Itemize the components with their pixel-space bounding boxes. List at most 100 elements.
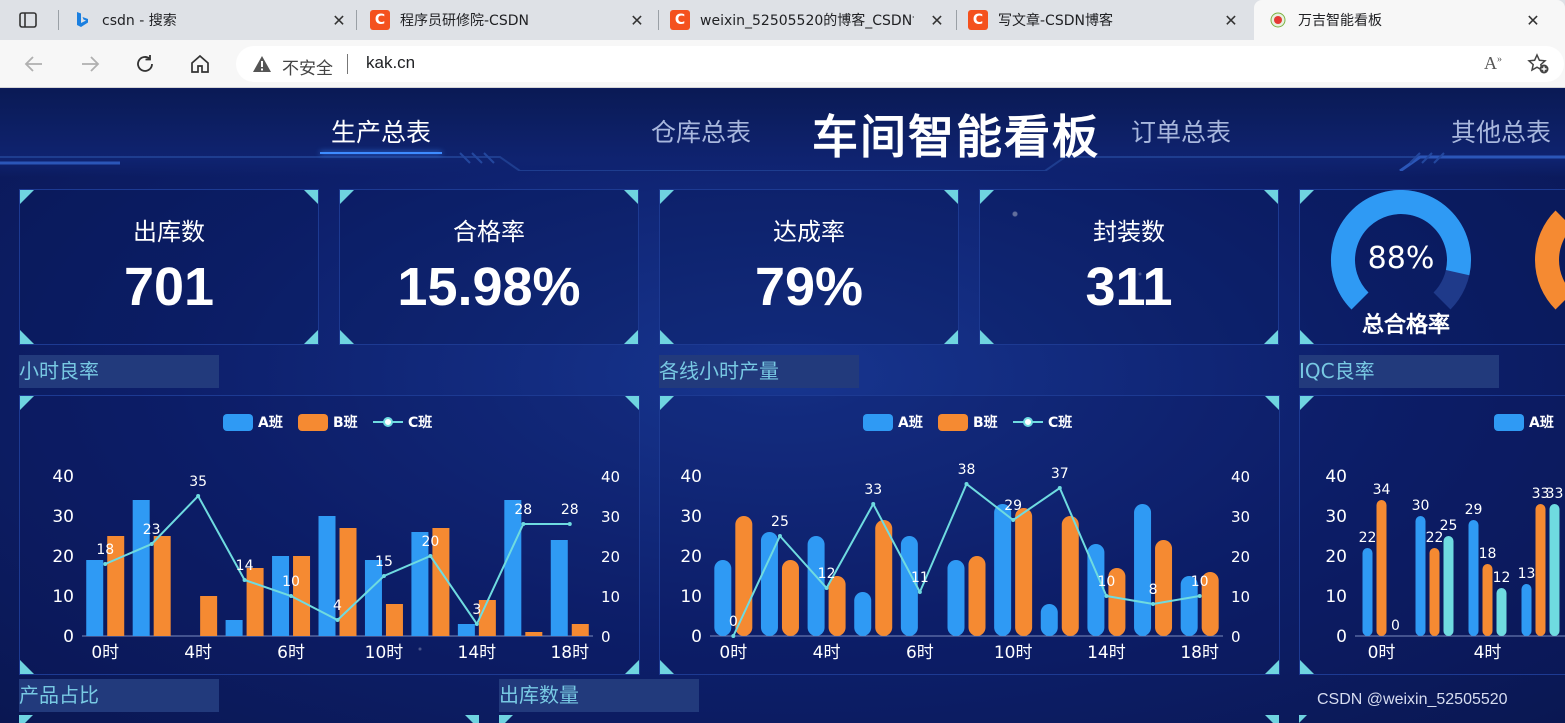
watermark: CSDN @weixin_52505520 <box>1317 691 1508 708</box>
close-icon[interactable]: ✕ <box>1222 11 1240 30</box>
bar <box>200 596 218 636</box>
tab-csdn-blog[interactable]: C weixin_52505520的博客_CSDN博 ✕ <box>670 0 956 40</box>
refresh-icon[interactable] <box>131 50 159 78</box>
x-tick-label: 0时 <box>91 643 119 663</box>
bar <box>339 528 357 636</box>
record-icon <box>1268 10 1288 30</box>
data-label: 3 <box>472 602 481 618</box>
y2-tick-label: 20 <box>1231 548 1250 566</box>
bar <box>1015 508 1033 636</box>
read-aloud-icon[interactable]: A» <box>1484 53 1502 74</box>
data-label: 13 <box>1518 566 1536 582</box>
data-label: 12 <box>1493 570 1511 586</box>
y-tick-label: 10 <box>1325 587 1347 607</box>
close-icon[interactable]: ✕ <box>628 11 646 30</box>
bar <box>246 568 264 636</box>
favorite-add-icon[interactable] <box>1526 52 1550 80</box>
y2-tick-label: 20 <box>601 548 620 566</box>
bar <box>1362 548 1373 636</box>
data-label: 10 <box>282 574 300 590</box>
line-point <box>149 542 154 546</box>
kpi-label: 合格率 <box>453 218 525 246</box>
line-point <box>777 534 782 538</box>
tab-actions-icon[interactable] <box>14 6 42 34</box>
series-line <box>732 482 1200 637</box>
nav-production-summary[interactable]: 生产总表 <box>331 113 431 149</box>
tab-write-article[interactable]: C 写文章-CSDN博客 ✕ <box>968 0 1254 40</box>
line-point <box>824 586 829 590</box>
tab-csdn-academy[interactable]: C 程序员研修院-CSDN ✕ <box>370 0 658 40</box>
chart-svg: A班B班C班0102030402234030222529181213333329… <box>1325 414 1565 663</box>
close-icon[interactable]: ✕ <box>928 11 946 30</box>
data-label: 23 <box>143 522 161 538</box>
line-point <box>196 494 201 498</box>
bar <box>132 500 150 636</box>
x-tick-label: 10时 <box>994 643 1033 663</box>
line-point <box>731 634 736 638</box>
nav-active-indicator <box>320 152 442 154</box>
tab-title: 写文章-CSDN博客 <box>998 13 1113 29</box>
tab-dashboard[interactable]: 万吉智能看板 ✕ <box>1254 0 1565 40</box>
bar <box>875 520 893 636</box>
forward-icon[interactable] <box>76 50 104 78</box>
url-field[interactable]: 不安全 kak.cn A» <box>236 46 1564 82</box>
legend-swatch <box>938 414 968 431</box>
line-point <box>1197 594 1202 598</box>
bar <box>1134 504 1152 636</box>
x-tick-label: 18时 <box>1180 643 1219 663</box>
data-label: 29 <box>1004 498 1022 514</box>
data-label: 22 <box>1359 530 1377 546</box>
url-text[interactable]: kak.cn <box>366 53 415 73</box>
section-title-line-output: 各线小时产量 <box>659 355 859 388</box>
line-point <box>964 482 969 486</box>
y-tick-label: 40 <box>1325 467 1347 487</box>
tab-title: csdn - 搜索 <box>102 13 177 29</box>
line-point <box>521 522 526 526</box>
close-icon[interactable]: ✕ <box>1524 11 1542 30</box>
data-label: 20 <box>421 534 439 550</box>
data-label: 15 <box>375 554 393 570</box>
y-tick-label: 0 <box>63 627 74 647</box>
bar <box>478 600 496 636</box>
x-tick-label: 14时 <box>1087 643 1126 663</box>
data-label: 11 <box>911 570 929 586</box>
nav-other-summary[interactable]: 其他总表 <box>1451 113 1551 149</box>
warning-icon[interactable] <box>252 54 272 78</box>
bottom-corners <box>19 715 1307 723</box>
legend-label: B班 <box>333 414 358 431</box>
bar <box>735 516 753 636</box>
line-point <box>428 554 433 558</box>
data-label: 34 <box>1373 482 1391 498</box>
legend-label: A班 <box>1529 414 1554 431</box>
legend-label: A班 <box>898 414 923 431</box>
csdn-icon: C <box>968 10 988 30</box>
y-tick-label: 0 <box>691 627 702 647</box>
header-decoration <box>0 152 1565 171</box>
tab-csdn-search[interactable]: csdn - 搜索 ✕ <box>72 0 356 40</box>
bar <box>1521 584 1532 636</box>
tab-title: weixin_52505520的博客_CSDN博 <box>700 13 914 29</box>
address-bar: 不安全 kak.cn A» <box>0 40 1565 88</box>
data-label: 0 <box>1391 618 1400 634</box>
data-label: 18 <box>1479 546 1497 562</box>
security-label[interactable]: 不安全 <box>282 54 333 79</box>
nav-warehouse-summary[interactable]: 仓库总表 <box>651 113 751 149</box>
home-icon[interactable] <box>186 50 214 78</box>
back-icon[interactable] <box>20 50 48 78</box>
data-label: 18 <box>96 542 114 558</box>
kpi-value: 701 <box>123 257 215 317</box>
data-label: 25 <box>1440 518 1458 534</box>
bar <box>385 604 403 636</box>
nav-order-summary[interactable]: 订单总表 <box>1131 113 1231 149</box>
y2-tick-label: 40 <box>1231 468 1250 486</box>
y2-tick-label: 40 <box>601 468 620 486</box>
close-icon[interactable]: ✕ <box>330 11 348 30</box>
data-label: 8 <box>1149 582 1158 598</box>
y-tick-label: 30 <box>52 507 74 527</box>
bar <box>968 556 986 636</box>
data-label: 12 <box>818 566 836 582</box>
data-label: 28 <box>514 502 532 518</box>
bar <box>364 560 382 636</box>
line-point <box>1057 486 1062 490</box>
gauge-value: 88% <box>1368 241 1435 276</box>
